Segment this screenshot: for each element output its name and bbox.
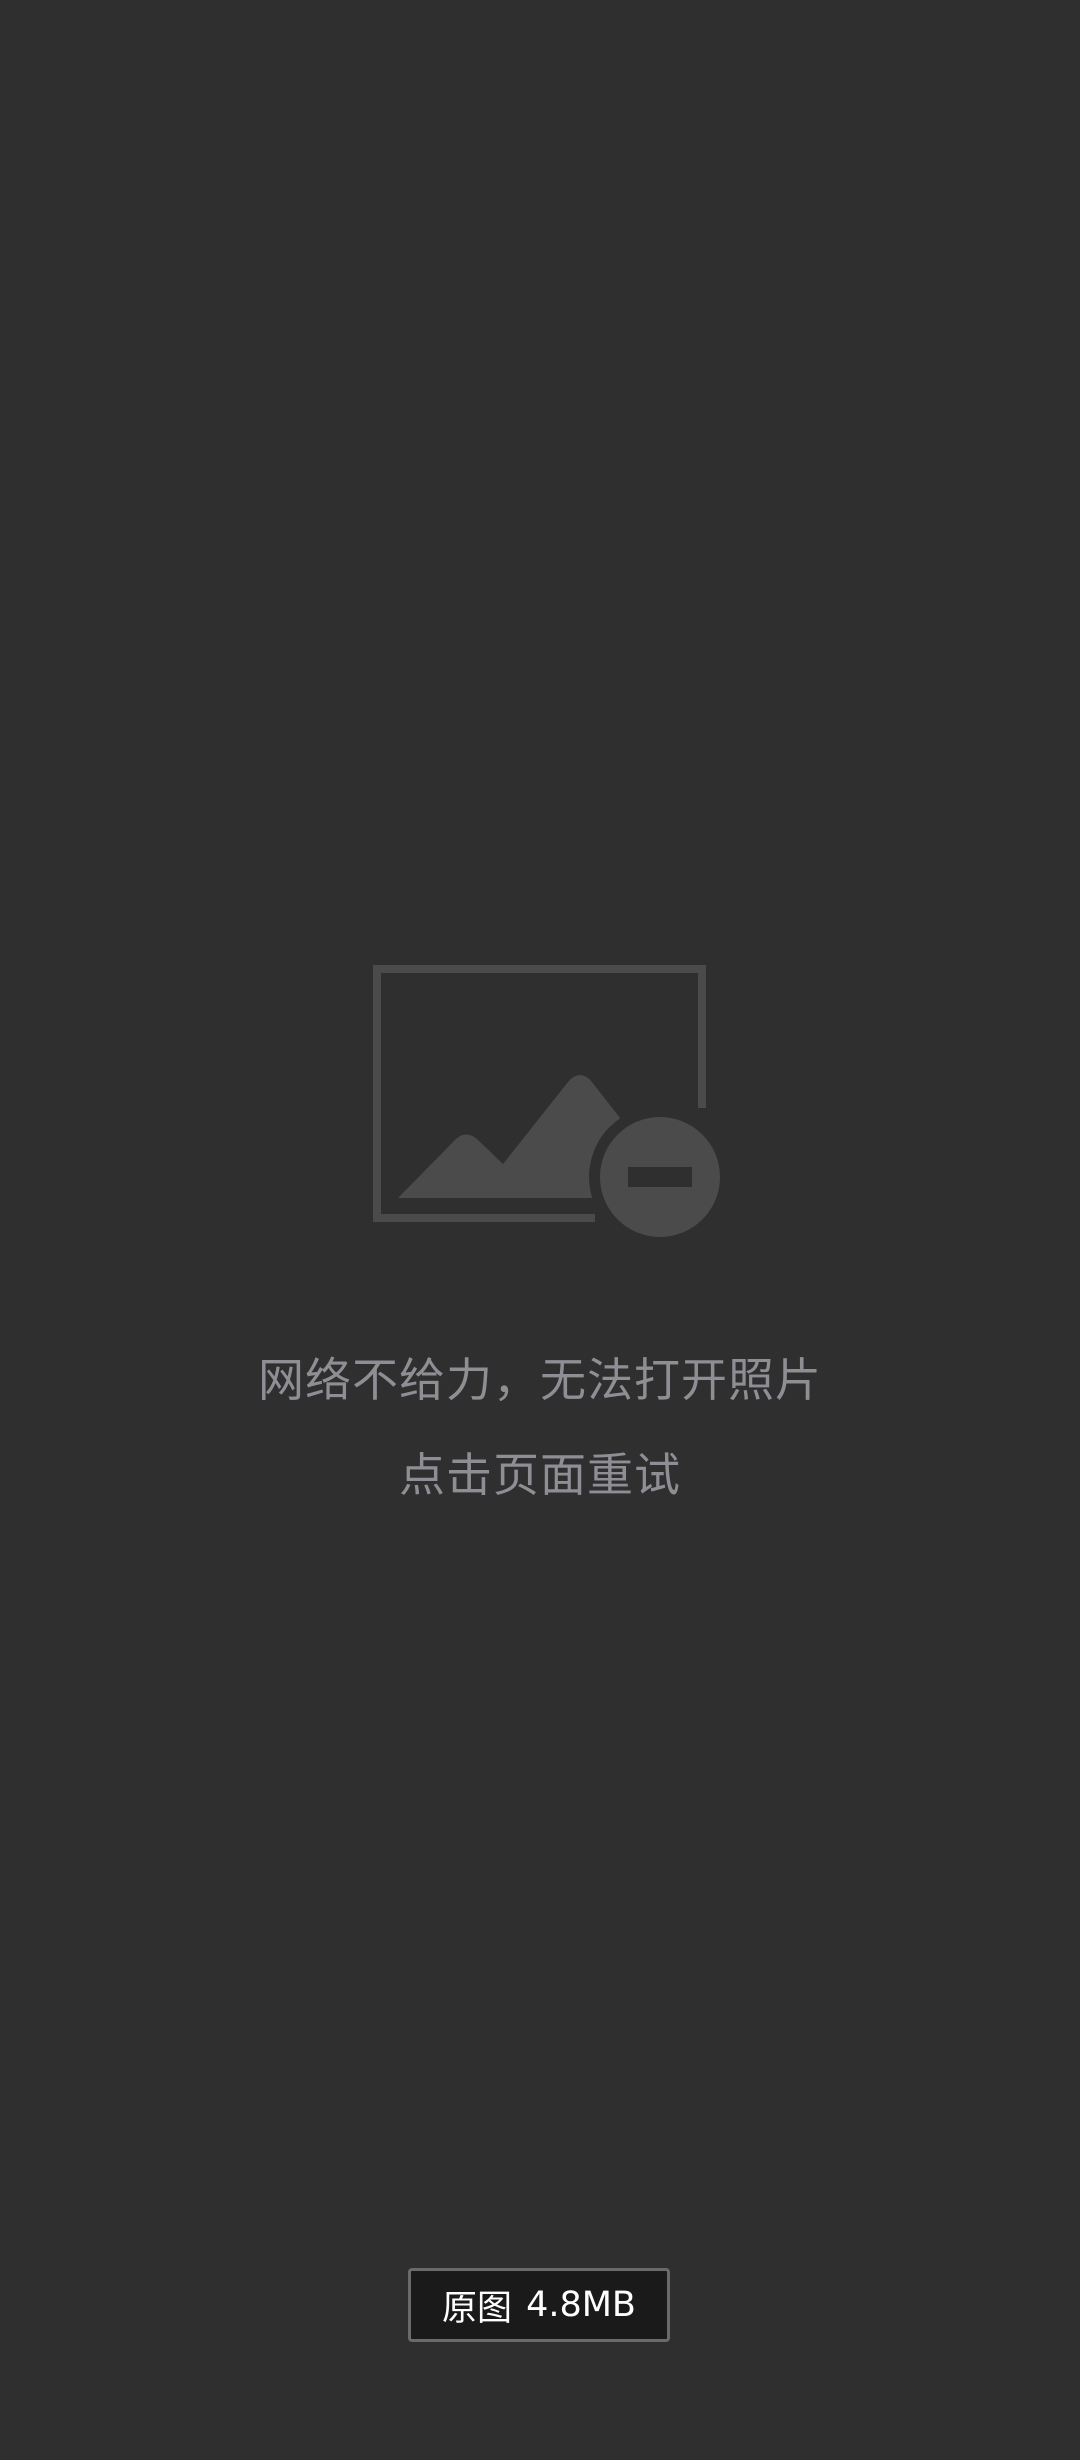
original-size: 4.8MB <box>526 2285 636 2325</box>
view-original-button[interactable]: 原图 4.8MB <box>408 2268 670 2342</box>
photo-viewer-retry-area[interactable]: 网络不给力，无法打开照片 点击页面重试 原图 4.8MB <box>0 0 1080 2460</box>
original-label: 原图 <box>442 2288 513 2329</box>
retry-hint: 点击页面重试 <box>399 1448 681 1502</box>
error-message: 网络不给力，无法打开照片 <box>258 1353 822 1407</box>
broken-image-icon <box>373 965 726 1246</box>
